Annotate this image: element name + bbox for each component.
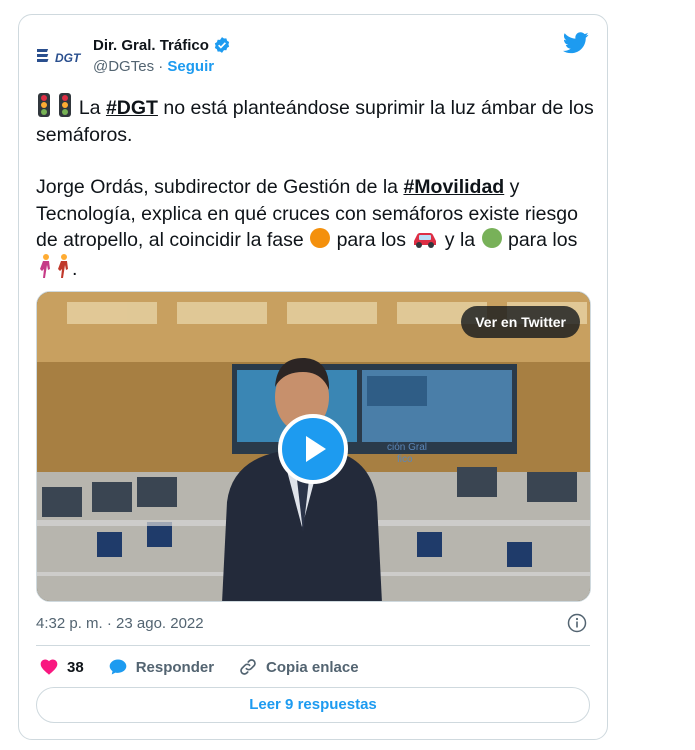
- orange-circle-icon: [310, 228, 331, 248]
- verified-badge-icon: [214, 37, 230, 53]
- copy-link-button[interactable]: Copia enlace: [238, 657, 359, 677]
- reply-label: Responder: [135, 658, 215, 676]
- tweet-text-segment: para los: [331, 229, 412, 251]
- copy-link-label: Copia enlace: [266, 658, 359, 676]
- traffic-light-icon: [38, 93, 50, 117]
- traffic-light-icon: [59, 93, 72, 117]
- twitter-bird-icon[interactable]: [563, 32, 589, 54]
- handle-separator: ·: [158, 58, 164, 75]
- tweet-timestamp[interactable]: 4:32 p. m. · 23 ago. 2022: [36, 615, 204, 632]
- link-icon: [240, 659, 256, 675]
- wall-sign-text: ción Gral: [387, 442, 427, 453]
- author-name[interactable]: Dir. Gral. Tráfico: [93, 37, 209, 54]
- like-button[interactable]: 38: [39, 657, 84, 677]
- tweet-text-segment: para los: [502, 229, 578, 251]
- tweet-paragraph-1: La #DGT no está planteándose suprimir la…: [36, 93, 596, 148]
- video-player[interactable]: ción Gral fico Ver en Twitter: [36, 291, 591, 602]
- author-name-row[interactable]: Dir. Gral. Tráfico: [93, 36, 231, 54]
- divider: [36, 645, 590, 646]
- dgt-logo-icon[interactable]: DGT: [37, 41, 85, 73]
- tweet-text-segment: Jorge Ordás, subdirector de Gestión de l…: [36, 176, 404, 198]
- play-icon: [306, 436, 326, 462]
- reply-button[interactable]: Responder: [108, 657, 214, 677]
- reply-bubble-icon: [109, 659, 127, 675]
- play-button[interactable]: [278, 414, 348, 484]
- view-on-twitter-button[interactable]: Ver en Twitter: [461, 306, 580, 338]
- hashtag-movilidad-link[interactable]: #Movilidad: [403, 176, 504, 198]
- info-icon[interactable]: [567, 613, 587, 633]
- author-handle-row: @DGTes · Seguir: [93, 58, 214, 75]
- tweet-paragraph-2: Jorge Ordás, subdirector de Gestión de l…: [36, 174, 596, 282]
- tweet-text-segment: y la: [439, 229, 481, 251]
- wall-sign-text: fico: [397, 454, 413, 465]
- pedestrian-icon: [40, 253, 50, 278]
- like-count: 38: [67, 658, 84, 676]
- tweet-card: DGT Dir. Gral. Tráfico @DGTes · Seguir L…: [18, 14, 608, 740]
- read-replies-button[interactable]: Leer 9 respuestas: [36, 687, 590, 723]
- tweet-text-segment: La: [73, 97, 106, 119]
- action-bar: 38 Responder Copia enlace: [39, 657, 383, 677]
- author-handle[interactable]: @DGTes: [93, 58, 154, 75]
- tweet-text-segment: .: [72, 257, 78, 280]
- car-icon: [414, 233, 437, 248]
- follow-button[interactable]: Seguir: [167, 58, 214, 75]
- tweet-text: La #DGT no está planteándose suprimir la…: [36, 93, 596, 282]
- green-circle-icon: [481, 228, 502, 248]
- heart-icon: [40, 659, 58, 675]
- dgt-logo-text: DGT: [55, 51, 82, 65]
- hashtag-dgt-link[interactable]: #DGT: [106, 97, 158, 119]
- pedestrian-icon: [58, 253, 68, 278]
